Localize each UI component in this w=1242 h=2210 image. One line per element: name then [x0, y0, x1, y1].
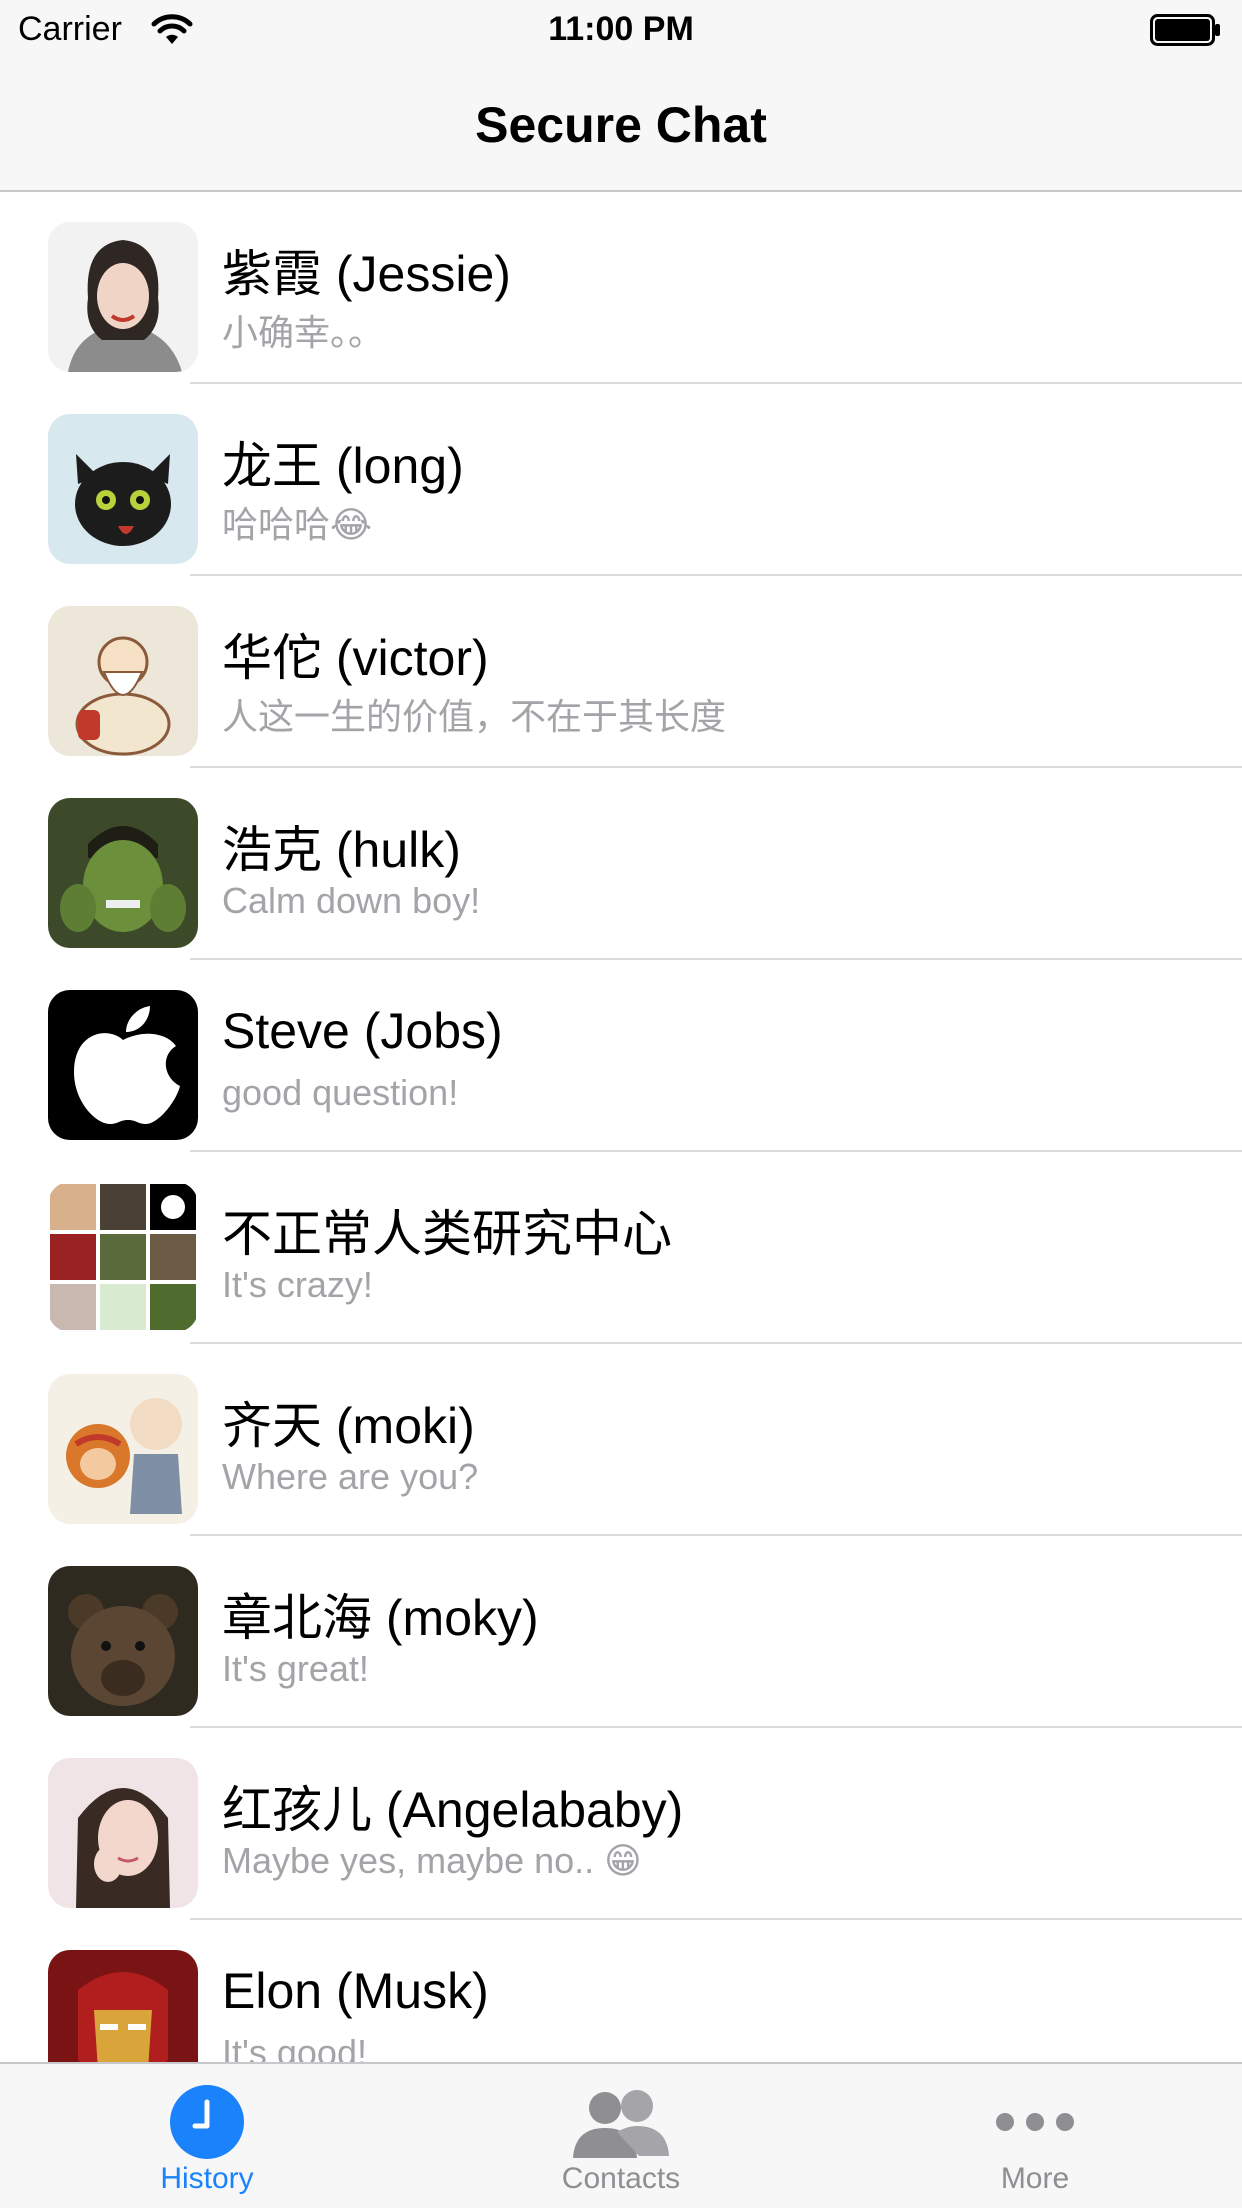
- chat-preview: good question!: [222, 1072, 459, 1113]
- tab-more[interactable]: More: [828, 2064, 1242, 2210]
- chat-preview: It's crazy!: [222, 1264, 373, 1305]
- chat-row[interactable]: 章北海 (moky) It's great!: [0, 1536, 1242, 1728]
- chat-name: Elon (Musk): [222, 1963, 489, 2019]
- chat-preview: It's great!: [222, 1648, 369, 1689]
- chat-preview: It's good!: [222, 2032, 367, 2062]
- chat-preview: Calm down boy!: [222, 880, 481, 921]
- chat-row[interactable]: 齐天 (moki) Where are you?: [0, 1344, 1242, 1536]
- battery-icon: [1150, 14, 1220, 46]
- bear-avatar: [48, 1566, 198, 1716]
- chat-row[interactable]: 华佗 (victor) 人这一生的价值，不在于其长度: [0, 576, 1242, 768]
- chat-name: 龙王 (long): [222, 438, 464, 494]
- chat-row[interactable]: 紫霞 (Jessie) 小确幸。。: [0, 192, 1242, 384]
- chat-name: 华佗 (victor): [222, 630, 489, 686]
- chat-name: 紫霞 (Jessie): [222, 246, 511, 302]
- chat-name: 浩克 (hulk): [222, 822, 461, 878]
- tab-label: History: [160, 2162, 254, 2195]
- chat-preview: Where are you?: [222, 1456, 479, 1497]
- status-bar: Carrier 11:00 PM: [0, 0, 1242, 60]
- chat-preview: 哈哈哈😂: [222, 504, 373, 545]
- chat-row[interactable]: 龙王 (long) 哈哈哈😂: [0, 384, 1242, 576]
- iron-man-avatar: [48, 1950, 198, 2062]
- chat-list[interactable]: 紫霞 (Jessie) 小确幸。。 龙王 (long) 哈哈哈😂 华佗 (vic…: [0, 192, 1242, 2062]
- old-sage-avatar: [48, 606, 198, 756]
- chat-name: 红孩儿 (Angelababy): [222, 1782, 684, 1838]
- chat-row[interactable]: 红孩儿 (Angelababy) Maybe yes, maybe no.. 😁: [0, 1728, 1242, 1920]
- chat-preview: 人这一生的价值，不在于其长度: [222, 696, 727, 737]
- more-dots-icon: [996, 2113, 1074, 2131]
- tab-label: More: [1000, 2162, 1070, 2195]
- contacts-icon: [573, 2090, 669, 2158]
- chat-name: 齐天 (moki): [222, 1398, 475, 1454]
- tab-bar: History Contacts More: [0, 2062, 1242, 2208]
- chat-name: Steve (Jobs): [222, 1003, 503, 1059]
- chat-preview: 小确幸。。: [222, 312, 385, 353]
- clock-icon: [170, 2085, 244, 2159]
- woman-portrait-avatar: [48, 222, 198, 372]
- chat-preview: Maybe yes, maybe no.. 😁: [222, 1840, 642, 1881]
- chat-row[interactable]: 浩克 (hulk) Calm down boy!: [0, 768, 1242, 960]
- apple-logo-avatar: [48, 990, 198, 1140]
- status-time: 11:00 PM: [548, 10, 694, 48]
- chat-row[interactable]: Elon (Musk) It's good!: [0, 1920, 1242, 2062]
- chat-name: 不正常人类研究中心: [222, 1206, 672, 1262]
- tab-history[interactable]: History: [0, 2064, 414, 2210]
- hulk-avatar: [48, 798, 198, 948]
- tab-contacts[interactable]: Contacts: [414, 2064, 828, 2210]
- navigation-bar: Secure Chat: [0, 60, 1242, 192]
- chat-row[interactable]: Steve (Jobs) good question!: [0, 960, 1242, 1152]
- chat-row[interactable]: 不正常人类研究中心 It's crazy!: [0, 1152, 1242, 1344]
- chat-name: 章北海 (moky): [222, 1590, 539, 1646]
- black-dragon-avatar: [48, 414, 198, 564]
- woman-pose-avatar: [48, 1758, 198, 1908]
- tab-label: Contacts: [561, 2162, 681, 2195]
- monkey-king-avatar: [48, 1374, 198, 1524]
- group-grid-avatar: [48, 1182, 198, 1332]
- page-title: Secure Chat: [475, 97, 767, 153]
